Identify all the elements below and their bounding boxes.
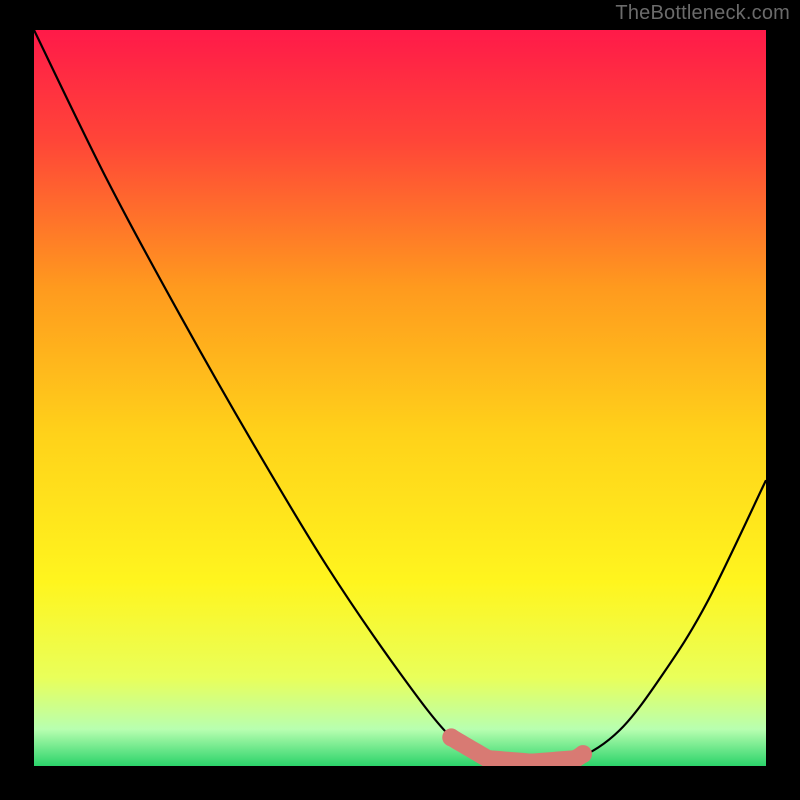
watermark-text: TheBottleneck.com [615, 2, 790, 25]
plot-svg [34, 30, 766, 766]
highlight-left-dot [442, 728, 460, 746]
bottleneck-plot [34, 30, 766, 766]
gradient-background [34, 30, 766, 766]
chart-container: TheBottleneck.com [0, 0, 800, 800]
highlight-right-dot [574, 745, 592, 763]
